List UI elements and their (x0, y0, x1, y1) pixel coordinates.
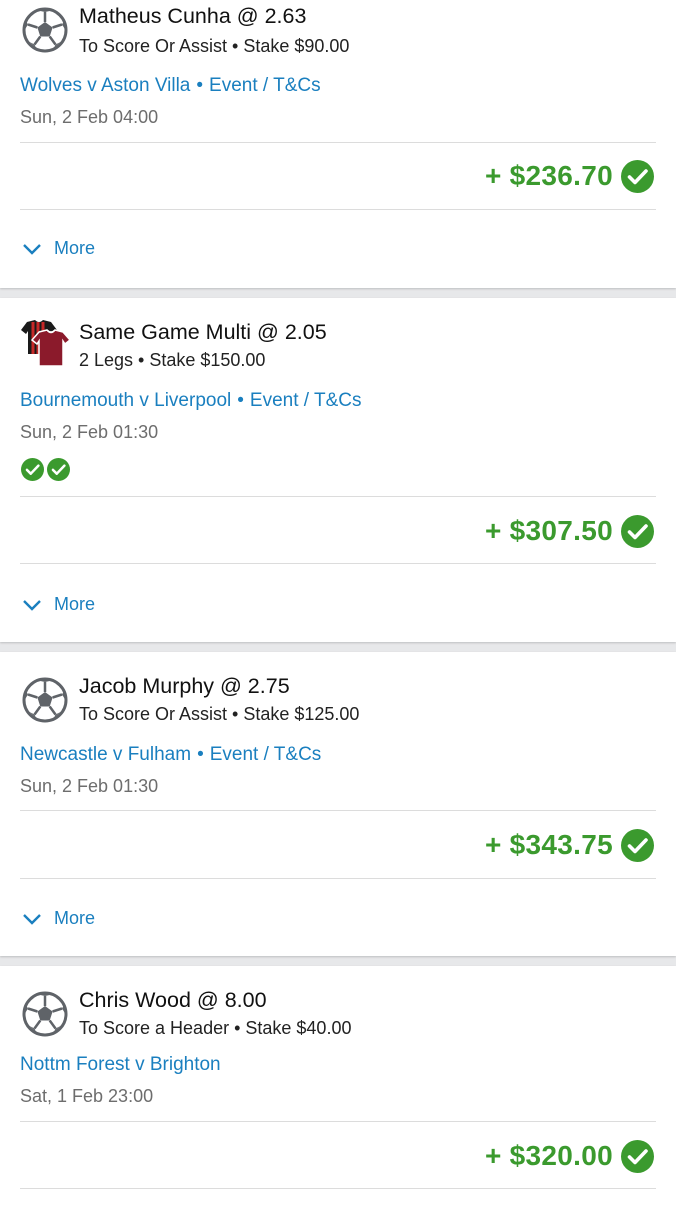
payout-amount: + $307.50 (484, 515, 613, 546)
bet-title: Same Game Multi @ 2.05 (79, 320, 327, 344)
check-circle-icon (621, 1139, 654, 1173)
divider (20, 810, 656, 811)
bet-title: Chris Wood @ 8.00 (79, 988, 267, 1012)
divider (20, 563, 656, 564)
check-circle-icon (621, 828, 654, 862)
bet-card: Jacob Murphy @ 2.75 To Score Or Assist •… (0, 652, 676, 956)
divider (20, 496, 656, 497)
chevron-down-icon (23, 243, 41, 255)
payout-amount: + $343.75 (484, 829, 613, 860)
bet-subtitle: To Score Or Assist • Stake $90.00 (79, 36, 350, 56)
event-tcs-link[interactable]: Event / T&Cs (210, 744, 322, 765)
bet-subtitle: To Score Or Assist • Stake $125.00 (79, 704, 360, 724)
event-link[interactable]: Newcastle v Fulham (20, 744, 191, 765)
leg-check-icon (21, 458, 44, 481)
more-label: More (54, 908, 96, 928)
divider (20, 1121, 656, 1122)
event-line: Nottm Forest v Brighton (20, 1054, 221, 1076)
divider (20, 209, 656, 210)
check-circle-icon (621, 159, 654, 193)
jerseys-icon (21, 320, 72, 367)
divider (20, 878, 656, 879)
bet-title: Matheus Cunha @ 2.63 (79, 4, 307, 28)
chevron-down-icon (23, 599, 41, 611)
more-label: More (54, 238, 96, 258)
event-datetime: Sun, 2 Feb 01:30 (20, 422, 159, 442)
bet-subtitle: 2 Legs • Stake $150.00 (79, 350, 266, 370)
event-datetime: Sun, 2 Feb 04:00 (20, 107, 159, 127)
bet-card: Same Game Multi @ 2.05 2 Legs • Stake $1… (0, 298, 676, 642)
payout-row: + $320.00 (485, 1136, 654, 1176)
payout-row: + $307.50 (485, 511, 654, 551)
event-line: Wolves v Aston Villa • Event / T&Cs (20, 75, 321, 96)
event-link[interactable]: Wolves v Aston Villa (20, 75, 190, 96)
more-toggle[interactable]: More (22, 594, 95, 615)
more-label: More (54, 594, 96, 614)
payout-row: + $343.75 (485, 825, 654, 865)
bet-card: Chris Wood @ 8.00 To Score a Header • St… (0, 966, 676, 1206)
event-link[interactable]: Nottm Forest v Brighton (20, 1054, 221, 1075)
soccer-ball-icon (22, 7, 68, 53)
event-datetime: Sun, 2 Feb 01:30 (20, 776, 159, 796)
divider (20, 1188, 656, 1189)
check-circle-icon (621, 514, 654, 548)
legs-status (21, 458, 70, 481)
event-tcs-link[interactable]: Event / T&Cs (209, 75, 321, 96)
bet-card: Matheus Cunha @ 2.63 To Score Or Assist … (0, 0, 676, 288)
event-line: Bournemouth v Liverpool • Event / T&Cs (20, 390, 362, 411)
soccer-ball-icon (22, 991, 68, 1037)
bet-title: Jacob Murphy @ 2.75 (79, 674, 290, 698)
divider (20, 142, 656, 143)
chevron-down-icon (23, 913, 41, 925)
leg-check-icon (47, 458, 70, 481)
event-link[interactable]: Bournemouth v Liverpool (20, 390, 231, 411)
event-datetime: Sat, 1 Feb 23:00 (20, 1086, 154, 1106)
soccer-ball-icon (22, 677, 68, 723)
bet-subtitle: To Score a Header • Stake $40.00 (79, 1018, 352, 1038)
more-toggle[interactable]: More (22, 908, 95, 929)
payout-row: + $236.70 (485, 156, 654, 196)
event-line: Newcastle v Fulham • Event / T&Cs (20, 744, 322, 765)
payout-amount: + $236.70 (484, 160, 613, 191)
payout-amount: + $320.00 (484, 1140, 613, 1171)
more-toggle[interactable]: More (22, 238, 95, 259)
event-tcs-link[interactable]: Event / T&Cs (250, 390, 362, 411)
